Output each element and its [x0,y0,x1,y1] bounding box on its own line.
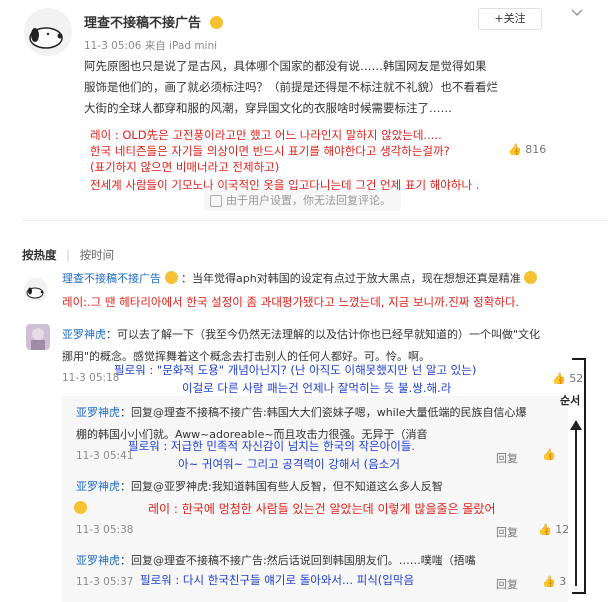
comment2-translation-1: 필로워 : "문화적 도용" 개념아닌지? (난 아직도 이해못했지만 넌 알고… [114,363,477,377]
more-options-icon[interactable] [570,6,584,20]
snoopy-avatar-icon [26,287,44,299]
reply3-like-count: 3 [559,575,567,588]
translation-line: (표기하지 않으면 비매너라고 전제하고) [90,160,280,174]
vip-badge-icon [164,271,178,284]
reply2-like-button[interactable]: 👍 12 [538,523,569,536]
thumbs-up-icon: 👍 [538,523,552,536]
reply1-author[interactable]: 亚罗神虎 [76,406,120,419]
post-meta: 11-3 05:06 来自 iPad mini [84,40,218,52]
follow-button-label: +关注 [494,12,526,25]
post-text-line: 大街的全球人都穿和服的风潮，穿异国文化的衣服啥时候需要标注了…… [84,101,452,115]
translation-main: 레이 : OLD先은 고전풍이라고만 했고 어느 나라인지 말하지 않았는데..… [90,127,609,193]
reply1-translation-1: 필로워 : 저급한 민족적 자신감이 넘치는 한국의 작은아이들. [128,439,416,453]
reply2-translation: 레이 : 한국에 멍청한 사람들 있는건 알았는데 이렇게 많을줄은 몰랐어 [148,502,496,516]
character-avatar-icon [31,328,45,350]
comment1-author[interactable]: 理查不接稿不接广告 [62,272,161,285]
reply1-translation-2: 아~ 귀여워~ 그리고 공격력이 강해서 (음소거 [178,457,400,471]
order-arrow-icon [568,418,584,588]
divider [22,220,608,221]
reply3-like-button[interactable]: 👍 3 [542,575,566,588]
post-like-button[interactable]: 👍 816 [508,143,546,156]
comment2-text: ：可以去了解一下（我至今仍然无法理解的以及估计你也已经早就知道的）一个叫做"文化 [106,328,541,341]
thumbs-up-icon: 👍 [552,372,566,385]
reply1-text: ：回复@理查不接稿不接广告:韩国大大们瓷妹子嗯，while大量低端的民族自信心爆 [120,406,527,419]
post-text-line: 阿先原图也只是说了是古风，具体哪个国家的都没有说……韩国网友是觉得如果 [84,59,487,73]
post-text: 阿先原图也只是说了是古风，具体哪个国家的都没有说……韩国网友是觉得如果 服饰是他… [84,56,604,119]
reply3-author[interactable]: 亚罗神虎 [76,554,120,567]
comment1-translation: 레이:.그 땐 헤타리아에서 한국 설정이 좀 과대평가됐다고 느꼈는데, 지금… [62,295,520,309]
comment1: 理查不接稿不接广告 ：当年觉得aph对韩国的设定有点过于放大黑点，现在想想还真是… [62,270,538,286]
reply1-like-button[interactable]: 👍 [542,448,556,461]
tab-separator: | [66,248,71,262]
reply3-text: ：回复@理查不接稿不接广告:然后话说回到韩国朋友们。……噗嗤（捂嘴 [120,554,476,567]
reply3-translation: 필로워 : 다시 한국친구들 얘기로 돌아와서... 피식(입막음 [140,573,415,587]
post-like-count: 816 [525,143,547,156]
reply1-meta: 11-3 05:41 [76,450,134,462]
vip-badge-icon [209,16,223,29]
reply-disabled-text: 由于用户设置，你无法回复评论。 [226,194,391,207]
comment2-avatar[interactable] [26,324,50,350]
comment2-translation-2: 이걸로 다른 사람 패는건 언제나 잘먹히는 듯 불.쌍.해.라 [182,381,452,395]
thumbs-up-icon: 👍 [542,448,556,461]
reply2-reply-button[interactable]: 回复 [496,524,518,540]
reply2-meta: 11-3 05:38 [76,524,134,536]
thumbs-up-icon: 👍 [508,143,522,156]
translation-line: 레이 : OLD先은 고전풍이라고만 했고 어느 나라인지 말하지 않았는데..… [90,128,442,142]
reply3: 亚罗神虎：回复@理查不接稿不接广告:然后话说回到韩国朋友们。……噗嗤（捂嘴 [76,552,476,568]
laugh-emoji-icon [524,271,538,284]
tab-sort-hot[interactable]: 按热度 [22,248,57,262]
reply3-reply-button[interactable]: 回复 [496,576,518,592]
post-text-line: 服饰是他们的，画了就必须标注吗？（前提是还得是不标注就不礼貌）也不看看烂 [84,80,498,94]
reply1-reply-button[interactable]: 回复 [496,450,518,466]
follow-button[interactable]: +关注 [478,8,542,30]
reply2: 亚罗神虎：回复@亚罗神虎:我知道韩国有些人反智，但不知道这么多人反智 [76,478,443,494]
reply1-line: 亚罗神虎：回复@理查不接稿不接广告:韩国大大们瓷妹子嗯，while大量低端的民族… [76,402,566,424]
reply2-text: ：回复@亚罗神虎:我知道韩国有些人反智，但不知道这么多人反智 [120,480,443,493]
sort-tabs: 按热度 | 按时间 [22,247,114,263]
post-author-name[interactable]: 理查不接稿不接广告 [84,16,201,31]
comment2-author[interactable]: 亚罗神虎 [62,328,106,341]
reply3-meta: 11-3 05:37 [76,576,134,588]
tab-sort-time[interactable]: 按时间 [80,248,115,262]
comment1-text: ：当年觉得aph对韩国的设定有点过于放大黑点，现在想想还真是精准 [181,272,521,285]
thumbs-up-icon: 👍 [542,575,556,588]
reply2-author[interactable]: 亚罗神虎 [76,480,120,493]
laugh-emoji-icon [74,501,87,514]
comment1-avatar[interactable] [24,278,48,302]
snoopy-avatar-icon [29,27,63,49]
comment2-line: 亚罗神虎：可以去了解一下（我至今仍然无法理解的以及估计你也已经早就知道的）一个叫… [62,324,602,346]
comment2-meta: 11-3 05:18 [62,372,120,384]
reply-disabled-notice: 由于用户设置，你无法回复评论。 [204,191,401,211]
lock-icon [210,195,222,207]
order-label: 순서 [560,392,581,408]
reply2-emoji [74,501,87,515]
post-author[interactable]: 理查不接稿不接广告 [84,12,223,31]
post-avatar[interactable] [24,8,72,56]
